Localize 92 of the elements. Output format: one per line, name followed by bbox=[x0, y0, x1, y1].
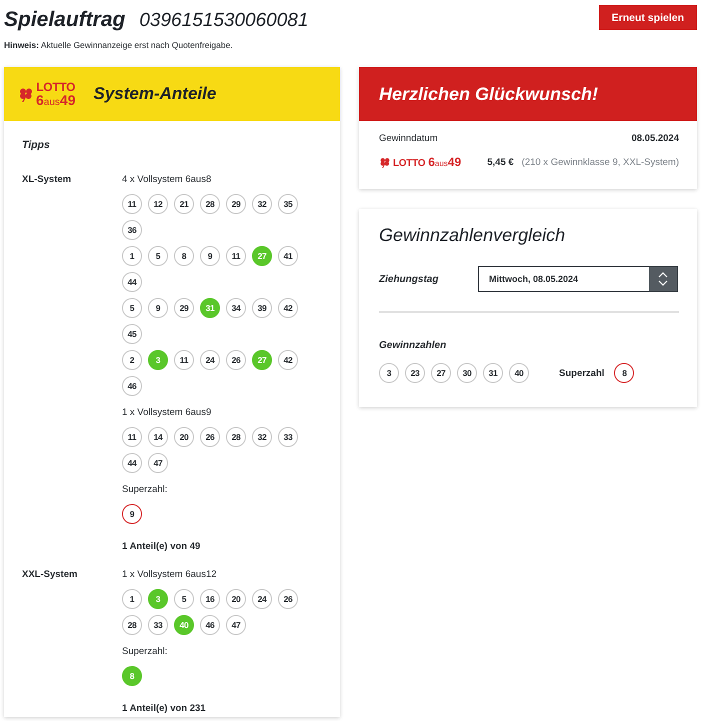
shares-text: 1 Anteil(e) von 49 bbox=[122, 541, 200, 553]
shares-text: 1 Anteil(e) von 231 bbox=[122, 703, 206, 715]
superzahl-label: Superzahl: bbox=[122, 646, 168, 658]
play-again-button[interactable]: Erneut spielen bbox=[598, 5, 697, 30]
number-ball: 31 bbox=[483, 363, 503, 383]
number-ball: 47 bbox=[148, 453, 168, 473]
number-ball: 40 bbox=[509, 363, 529, 383]
clover-icon bbox=[18, 86, 34, 102]
number-ball: 30 bbox=[457, 363, 477, 383]
number-ball: 26 bbox=[200, 427, 220, 447]
winning-numbers-label: Gewinnzahlen bbox=[379, 340, 448, 351]
number-ball: 3 bbox=[148, 350, 168, 370]
number-ball: 32 bbox=[252, 427, 272, 447]
spinner-icon bbox=[658, 271, 668, 287]
number-ball: 41 bbox=[278, 246, 298, 266]
superzahl-label: Superzahl: bbox=[122, 484, 168, 496]
win-date: 08.05.2024 bbox=[631, 133, 679, 144]
number-ball: 1 bbox=[122, 246, 142, 266]
number-ball: 3 bbox=[379, 363, 399, 383]
clover-icon bbox=[379, 157, 391, 168]
system-name: XL-System bbox=[22, 174, 72, 185]
number-ball: 33 bbox=[278, 427, 298, 447]
superzahl-ball: 8 bbox=[122, 666, 142, 686]
number-ball: 46 bbox=[122, 376, 142, 396]
number-ball: 29 bbox=[226, 194, 246, 214]
number-ball: 23 bbox=[405, 363, 425, 383]
number-ball: 12 bbox=[148, 194, 168, 214]
section-title: Tipps bbox=[22, 139, 50, 151]
system-label: 1 x Vollsystem 6aus9 bbox=[122, 407, 212, 419]
number-ball: 21 bbox=[174, 194, 194, 214]
number-ball: 20 bbox=[174, 427, 194, 447]
number-ball: 11 bbox=[122, 194, 142, 214]
number-ball: 2 bbox=[122, 350, 142, 370]
number-ball: 39 bbox=[252, 298, 272, 318]
number-ball: 34 bbox=[226, 298, 246, 318]
superzahl-ball: 8 bbox=[614, 363, 634, 383]
number-ball: 27 bbox=[431, 363, 451, 383]
number-ball: 28 bbox=[122, 615, 142, 635]
lotto-logo-text: LOTTO 6aus49 bbox=[393, 156, 462, 169]
number-ball: 40 bbox=[174, 615, 194, 635]
number-ball: 24 bbox=[200, 350, 220, 370]
number-ball: 32 bbox=[252, 194, 272, 214]
number-ball: 27 bbox=[252, 350, 272, 370]
number-ball: 20 bbox=[226, 589, 246, 609]
number-ball: 47 bbox=[226, 615, 246, 635]
number-ball: 24 bbox=[252, 589, 272, 609]
number-ball: 16 bbox=[200, 589, 220, 609]
card-title: System-Anteile bbox=[94, 84, 216, 104]
notice-text: Hinweis: Aktuelle Gewinnanzeige erst nach Quotenfreigabe. bbox=[4, 40, 234, 50]
number-ball: 9 bbox=[148, 298, 168, 318]
number-ball: 27 bbox=[252, 246, 272, 266]
page-title: Spielauftrag bbox=[4, 8, 126, 32]
number-ball: 9 bbox=[200, 246, 220, 266]
win-amount: 5,45 € bbox=[487, 157, 514, 168]
superzahl-ball: 9 bbox=[122, 504, 142, 524]
draw-day-select[interactable]: Mittwoch, 08.05.2024 bbox=[478, 266, 678, 292]
number-ball: 33 bbox=[148, 615, 168, 635]
number-ball: 42 bbox=[278, 298, 298, 318]
number-ball: 29 bbox=[174, 298, 194, 318]
number-ball: 1 bbox=[122, 589, 142, 609]
system-label: 1 x Vollsystem 6aus12 bbox=[122, 569, 217, 581]
system-name: XXL-System bbox=[22, 569, 78, 580]
number-ball: 5 bbox=[122, 298, 142, 318]
number-ball: 28 bbox=[200, 194, 220, 214]
system-label: 4 x Vollsystem 6aus8 bbox=[122, 174, 212, 186]
draw-day-label: Ziehungstag bbox=[379, 274, 440, 284]
lotto-logo-text: LOTTO 6aus49 bbox=[36, 80, 76, 108]
card-title: Herzlichen Glückwunsch! bbox=[379, 84, 598, 104]
superzahl-label: Superzahl bbox=[559, 368, 604, 378]
number-ball: 42 bbox=[278, 350, 298, 370]
number-ball: 5 bbox=[148, 246, 168, 266]
number-ball: 8 bbox=[174, 246, 194, 266]
number-ball: 5 bbox=[174, 589, 194, 609]
number-ball: 26 bbox=[226, 350, 246, 370]
number-ball: 11 bbox=[174, 350, 194, 370]
number-ball: 11 bbox=[226, 246, 246, 266]
number-ball: 45 bbox=[122, 324, 142, 344]
win-date-label: Gewinndatum bbox=[379, 133, 438, 144]
win-detail: (210 x Gewinnklasse 9, XXL-System) bbox=[522, 157, 679, 168]
card-title: Gewinnzahlenvergleich bbox=[379, 225, 566, 246]
number-ball: 35 bbox=[278, 194, 298, 214]
number-ball: 44 bbox=[122, 272, 142, 292]
order-number: 0396151530060081 bbox=[139, 10, 308, 32]
number-ball: 14 bbox=[148, 427, 168, 447]
number-ball: 36 bbox=[122, 220, 142, 240]
number-ball: 46 bbox=[200, 615, 220, 635]
number-ball: 28 bbox=[226, 427, 246, 447]
number-ball: 44 bbox=[122, 453, 142, 473]
number-ball: 31 bbox=[200, 298, 220, 318]
number-ball: 3 bbox=[148, 589, 168, 609]
number-ball: 11 bbox=[122, 427, 142, 447]
number-ball: 26 bbox=[278, 589, 298, 609]
